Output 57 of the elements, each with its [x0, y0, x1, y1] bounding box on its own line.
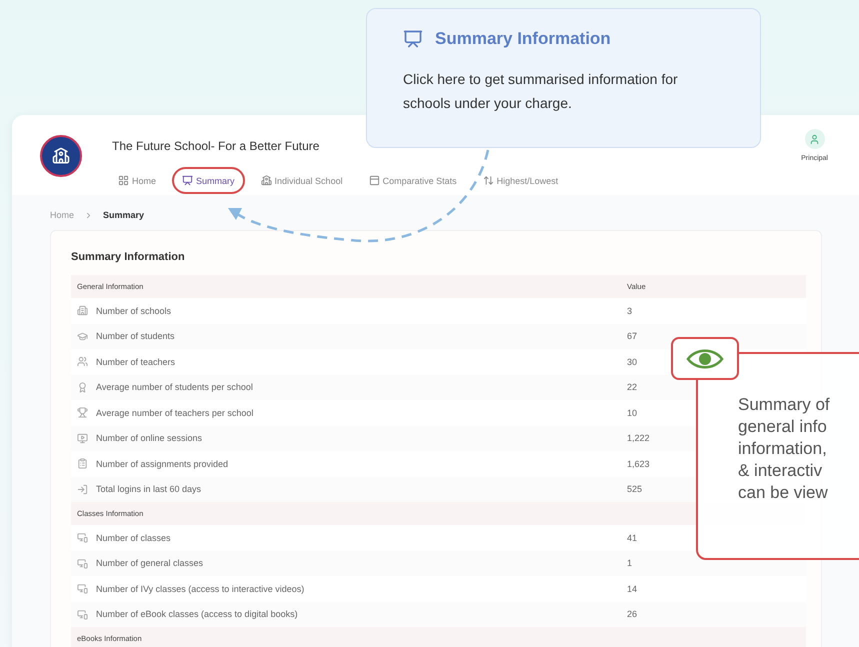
nav-tab[interactable]: Highest/Lowest [472, 167, 568, 194]
tooltip-title: Summary Information [435, 29, 611, 49]
row-value: 1,222 [627, 433, 650, 444]
row-value: 22 [627, 382, 638, 392]
row-icon [77, 407, 88, 418]
row-icon [77, 382, 88, 393]
nav-tab[interactable]: Home [108, 167, 166, 194]
tab-icon [482, 175, 494, 186]
row-icon [77, 608, 88, 620]
eye-icon [686, 346, 724, 370]
row-label: Number of classes [96, 532, 171, 543]
row-label: Number of schools [96, 306, 172, 316]
school-logo [40, 135, 82, 177]
row-label: Number of teachers [96, 356, 176, 367]
row-label: Number of general classes [96, 558, 204, 568]
row-label: Number of students [96, 331, 175, 342]
nav-tab[interactable]: Comparative Stats [358, 167, 467, 194]
breadcrumb-item[interactable]: Home [50, 210, 74, 220]
row-value: 1,623 [627, 458, 650, 469]
row-value: 10 [627, 408, 638, 418]
row-icon [77, 330, 88, 342]
row-icon [77, 356, 88, 368]
row-value: 1 [627, 558, 632, 568]
row-icon [77, 558, 88, 569]
row-value: 14 [627, 584, 638, 594]
row-label: Number of online sessions [96, 433, 202, 444]
tab-icon [182, 175, 194, 186]
row-label: Number of assignments provided [96, 458, 228, 469]
row-label: Total logins in last 60 days [96, 484, 202, 494]
breadcrumb-item: Summary [103, 210, 144, 220]
row-icon [77, 432, 88, 444]
row-value: 3 [627, 306, 632, 316]
panel-title: Summary Information [71, 251, 186, 263]
nav-tab[interactable]: Summary [172, 167, 245, 194]
row-label: Number of eBook classes (access to digital books) [96, 609, 298, 620]
nav-tab[interactable]: Individual School [250, 167, 353, 194]
row-icon [77, 458, 88, 470]
presentation-icon [403, 29, 423, 49]
tab-icon [368, 175, 380, 186]
row-label: Number of IVy classes (access to interactive videos) [96, 584, 304, 594]
row-icon [77, 484, 88, 495]
row-value: 67 [627, 331, 638, 342]
school-name: The Future School- For a Better Future [112, 138, 320, 153]
row-label: Average number of teachers per school [96, 408, 254, 418]
callout-text: Summary of general info information, & interactiv can be view [738, 394, 831, 504]
row-icon [77, 532, 88, 544]
user-avatar[interactable] [804, 129, 825, 149]
tab-icon [118, 175, 129, 186]
row-icon [77, 305, 88, 316]
row-value: 525 [627, 484, 642, 494]
row-value: 41 [627, 532, 638, 543]
row-icon [77, 583, 88, 594]
row-value: 30 [627, 356, 638, 367]
row-value: 26 [627, 609, 638, 620]
row-label: Average number of students per school [96, 382, 253, 392]
tab-icon [260, 175, 272, 186]
tooltip-text: Click here to get summarised information for schools under your charge. [403, 70, 679, 113]
